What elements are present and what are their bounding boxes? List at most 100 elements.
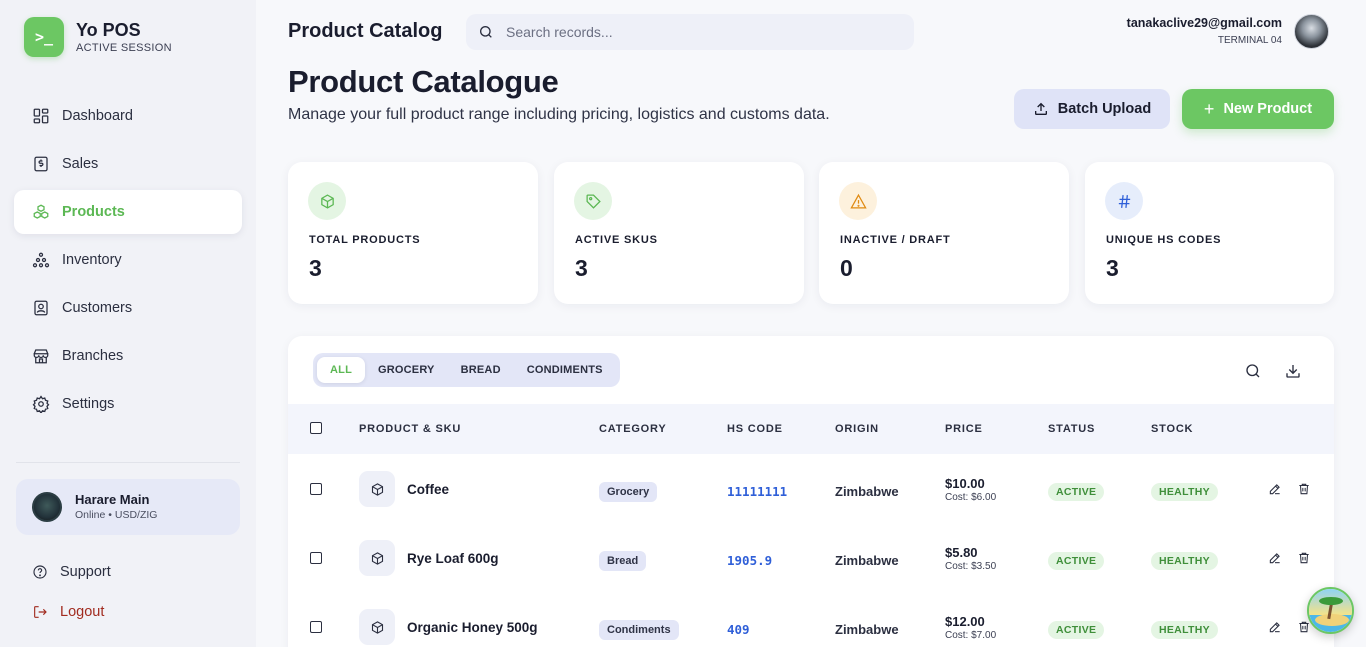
column-header[interactable]: PRICE [945, 423, 983, 435]
edit-icon[interactable] [1268, 482, 1284, 498]
download-icon[interactable] [1284, 362, 1302, 380]
price-text: $12.00 [945, 614, 985, 629]
table-header: PRODUCT & SKU CATEGORY HS CODE ORIGIN PR… [288, 404, 1334, 454]
stat-value: 3 [1106, 255, 1119, 281]
boxes-icon [33, 204, 49, 219]
column-header[interactable]: PRODUCT & SKU [359, 423, 461, 435]
tag-icon [574, 182, 612, 220]
table-row[interactable]: Organic Honey 500g Condiments 409 Zimbab… [288, 593, 1334, 647]
session-status: ACTIVE SESSION [76, 42, 172, 54]
product-name[interactable]: Coffee [407, 482, 449, 497]
trash-icon[interactable] [1297, 551, 1313, 567]
select-all-checkbox[interactable] [310, 422, 322, 434]
user-email: tanakaclive29@gmail.com [1126, 16, 1282, 30]
tab-condiments[interactable]: CONDIMENTS [514, 357, 616, 383]
column-header[interactable]: HS CODE [727, 423, 783, 435]
stat-card-total-products: TOTAL PRODUCTS 3 [288, 162, 538, 304]
terminal-logo-icon: >_ [24, 17, 64, 57]
cube-icon [308, 182, 346, 220]
table-row[interactable]: Coffee Grocery 11111111 Zimbabwe $10.00 … [288, 455, 1334, 524]
support-link[interactable]: Support [32, 564, 111, 580]
tab-bread[interactable]: BREAD [448, 357, 514, 383]
hs-code-link[interactable]: 11111111 [727, 484, 787, 499]
stat-label: ACTIVE SKUS [575, 234, 658, 246]
table-row[interactable]: Rye Loaf 600g Bread 1905.9 Zimbabwe $5.8… [288, 524, 1334, 593]
product-name[interactable]: Rye Loaf 600g [407, 551, 499, 566]
product-name[interactable]: Organic Honey 500g [407, 620, 538, 635]
store-icon [33, 349, 49, 364]
hs-code-link[interactable]: 1905.9 [727, 553, 772, 568]
column-header[interactable]: ORIGIN [835, 423, 879, 435]
sidebar-item-branches[interactable]: Branches [14, 334, 242, 378]
stock-badge: HEALTHY [1151, 552, 1218, 570]
cube-icon [359, 609, 395, 645]
sidebar-item-label: Settings [62, 396, 115, 412]
search-icon [480, 26, 492, 38]
stat-value: 3 [309, 255, 322, 281]
batch-upload-label: Batch Upload [1057, 101, 1152, 117]
row-checkbox[interactable] [310, 621, 322, 633]
branch-name: Harare Main [75, 492, 150, 507]
sidebar-item-products[interactable]: Products [14, 190, 242, 234]
status-badge: ACTIVE [1048, 621, 1105, 639]
sidebar-item-dashboard[interactable]: Dashboard [14, 94, 242, 138]
logout-link[interactable]: Logout [32, 604, 104, 620]
inventory-icon [32, 252, 50, 268]
sidebar-item-settings[interactable]: Settings [14, 382, 242, 426]
help-circle-icon [33, 565, 47, 579]
sidebar-item-sales[interactable]: Sales [14, 142, 242, 186]
row-checkbox[interactable] [310, 483, 322, 495]
edit-icon[interactable] [1268, 620, 1284, 636]
category-filter-tabs: ALL GROCERY BREAD CONDIMENTS [313, 353, 620, 387]
widget-island [1315, 614, 1349, 626]
search-icon[interactable] [1244, 362, 1262, 380]
edit-icon[interactable] [1268, 551, 1284, 567]
row-checkbox[interactable] [310, 552, 322, 564]
batch-upload-button[interactable]: Batch Upload [1014, 89, 1170, 129]
stat-card-unique-hs-codes: UNIQUE HS CODES 3 [1085, 162, 1334, 304]
stat-value: 0 [840, 255, 853, 281]
tab-grocery[interactable]: GROCERY [365, 357, 448, 383]
sidebar-divider [16, 462, 240, 463]
branch-card[interactable]: Harare Main Online • USD/ZIG [16, 479, 240, 535]
sidebar-item-label: Branches [62, 348, 124, 364]
column-header[interactable]: CATEGORY [599, 423, 667, 435]
new-product-label: New Product [1223, 101, 1313, 117]
column-header[interactable]: STOCK [1151, 423, 1193, 435]
trash-icon[interactable] [1297, 482, 1313, 498]
hs-code-link[interactable]: 409 [727, 622, 750, 637]
stat-label: INACTIVE / DRAFT [840, 234, 951, 246]
assistant-launcher-button[interactable] [1307, 587, 1354, 634]
column-header[interactable]: STATUS [1048, 423, 1095, 435]
brand: >_ Yo POS ACTIVE SESSION [24, 17, 172, 57]
cost-text: Cost: $6.00 [945, 492, 997, 503]
warning-icon [839, 182, 877, 220]
sidebar-item-label: Products [62, 204, 125, 220]
search-bar[interactable] [466, 14, 914, 50]
category-badge: Grocery [599, 482, 658, 502]
dashboard-icon [33, 108, 49, 124]
header-title: Product Catalog [288, 20, 443, 42]
new-product-button[interactable]: + New Product [1182, 89, 1334, 129]
stat-label: UNIQUE HS CODES [1106, 234, 1222, 246]
origin-text: Zimbabwe [835, 622, 899, 637]
cube-icon [359, 471, 395, 507]
contact-card-icon [34, 300, 48, 316]
tab-all[interactable]: ALL [317, 357, 365, 383]
upload-icon [1034, 102, 1047, 115]
sidebar-nav: Dashboard Sales Products Inventory Custo… [14, 94, 242, 430]
sidebar-item-label: Customers [62, 300, 133, 316]
product-table-card: ALL GROCERY BREAD CONDIMENTS PRODUCT & S… [288, 336, 1334, 647]
user-avatar[interactable] [1294, 14, 1329, 49]
sidebar-item-label: Inventory [62, 252, 122, 268]
cost-text: Cost: $3.50 [945, 561, 997, 572]
sidebar-item-customers[interactable]: Customers [14, 286, 242, 330]
stock-badge: HEALTHY [1151, 621, 1218, 639]
category-badge: Condiments [599, 620, 679, 640]
hash-icon [1105, 182, 1143, 220]
cost-text: Cost: $7.00 [945, 630, 997, 641]
logout-label: Logout [60, 604, 105, 620]
sidebar-item-inventory[interactable]: Inventory [14, 238, 242, 282]
search-input[interactable] [506, 24, 886, 40]
category-badge: Bread [599, 551, 647, 571]
